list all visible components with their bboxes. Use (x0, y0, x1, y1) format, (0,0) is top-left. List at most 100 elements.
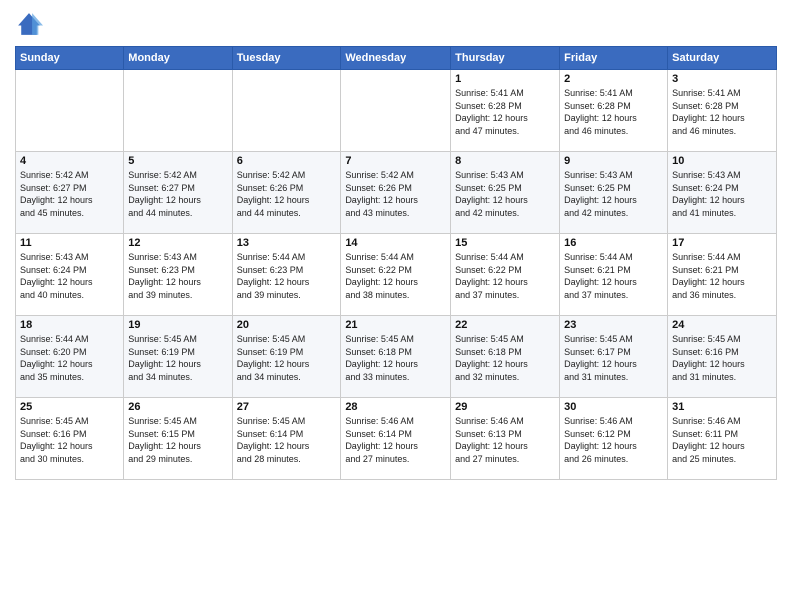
calendar-cell: 27Sunrise: 5:45 AM Sunset: 6:14 PM Dayli… (232, 398, 341, 480)
calendar-cell: 9 Sunrise: 5:43 AM Sunset: 6:25 PM Daylig… (560, 152, 668, 234)
day-info: Sunrise: 5:43 AM Sunset: 6:24 PM Dayligh… (20, 251, 119, 301)
day-info: Sunrise: 5:45 AM Sunset: 6:18 PM Dayligh… (455, 333, 555, 383)
day-info: Sunrise: 5:46 AM Sunset: 6:12 PM Dayligh… (564, 415, 663, 465)
header (15, 10, 777, 38)
calendar-cell: 20 Sunrise: 5:45 AM Sunset: 6:19 PM Dayli… (232, 316, 341, 398)
calendar-cell: 8 Sunrise: 5:43 AM Sunset: 6:25 PM Daylig… (451, 152, 560, 234)
day-number: 20 (237, 319, 337, 331)
logo-icon (15, 10, 43, 38)
calendar-cell: 10 Sunrise: 5:43 AM Sunset: 6:24 PM Dayli… (668, 152, 777, 234)
calendar-cell: 14 Sunrise: 5:44 AM Sunset: 6:22 PM Dayli… (341, 234, 451, 316)
day-number: 27 (237, 401, 337, 413)
weekday-header-wednesday: Wednesday (341, 47, 451, 70)
week-row-5: 25 Sunrise: 5:45 AM Sunset: 6:16 PM Dayli… (16, 398, 777, 480)
day-number: 8 (455, 155, 555, 167)
calendar-cell (124, 70, 232, 152)
calendar-cell: 1 Sunrise: 5:41 AM Sunset: 6:28 PM Daylig… (451, 70, 560, 152)
day-number: 13 (237, 237, 337, 249)
page: SundayMondayTuesdayWednesdayThursdayFrid… (0, 0, 792, 612)
day-info: Sunrise: 5:42 AM Sunset: 6:27 PM Dayligh… (20, 169, 119, 219)
day-number: 15 (455, 237, 555, 249)
calendar-cell: 26Sunrise: 5:45 AM Sunset: 6:15 PM Dayli… (124, 398, 232, 480)
day-info: Sunrise: 5:42 AM Sunset: 6:26 PM Dayligh… (345, 169, 446, 219)
day-number: 19 (128, 319, 227, 331)
calendar-cell (341, 70, 451, 152)
day-number: 12 (128, 237, 227, 249)
day-number: 30 (564, 401, 663, 413)
day-number: 3 (672, 73, 772, 85)
day-info: Sunrise: 5:44 AM Sunset: 6:22 PM Dayligh… (455, 251, 555, 301)
calendar-cell: 29Sunrise: 5:46 AM Sunset: 6:13 PM Dayli… (451, 398, 560, 480)
day-info: Sunrise: 5:43 AM Sunset: 6:25 PM Dayligh… (455, 169, 555, 219)
calendar-cell: 6 Sunrise: 5:42 AM Sunset: 6:26 PM Daylig… (232, 152, 341, 234)
calendar-cell: 31Sunrise: 5:46 AM Sunset: 6:11 PM Dayli… (668, 398, 777, 480)
day-info: Sunrise: 5:45 AM Sunset: 6:16 PM Dayligh… (672, 333, 772, 383)
day-number: 23 (564, 319, 663, 331)
day-number: 1 (455, 73, 555, 85)
day-number: 16 (564, 237, 663, 249)
calendar-cell: 11 Sunrise: 5:43 AM Sunset: 6:24 PM Dayli… (16, 234, 124, 316)
week-row-3: 11 Sunrise: 5:43 AM Sunset: 6:24 PM Dayli… (16, 234, 777, 316)
day-info: Sunrise: 5:41 AM Sunset: 6:28 PM Dayligh… (672, 87, 772, 137)
day-number: 25 (20, 401, 119, 413)
day-info: Sunrise: 5:41 AM Sunset: 6:28 PM Dayligh… (564, 87, 663, 137)
day-number: 28 (345, 401, 446, 413)
day-number: 10 (672, 155, 772, 167)
calendar-cell: 12 Sunrise: 5:43 AM Sunset: 6:23 PM Dayli… (124, 234, 232, 316)
day-info: Sunrise: 5:45 AM Sunset: 6:16 PM Dayligh… (20, 415, 119, 465)
weekday-header-friday: Friday (560, 47, 668, 70)
day-number: 4 (20, 155, 119, 167)
day-info: Sunrise: 5:45 AM Sunset: 6:19 PM Dayligh… (237, 333, 337, 383)
day-info: Sunrise: 5:42 AM Sunset: 6:26 PM Dayligh… (237, 169, 337, 219)
calendar-cell: 7Sunrise: 5:42 AM Sunset: 6:26 PM Daylig… (341, 152, 451, 234)
day-number: 21 (345, 319, 446, 331)
calendar-cell: 15 Sunrise: 5:44 AM Sunset: 6:22 PM Dayli… (451, 234, 560, 316)
day-info: Sunrise: 5:45 AM Sunset: 6:18 PM Dayligh… (345, 333, 446, 383)
day-number: 18 (20, 319, 119, 331)
week-row-2: 4 Sunrise: 5:42 AM Sunset: 6:27 PM Daylig… (16, 152, 777, 234)
weekday-header-saturday: Saturday (668, 47, 777, 70)
day-number: 29 (455, 401, 555, 413)
day-number: 6 (237, 155, 337, 167)
day-info: Sunrise: 5:44 AM Sunset: 6:21 PM Dayligh… (564, 251, 663, 301)
day-number: 17 (672, 237, 772, 249)
day-number: 22 (455, 319, 555, 331)
day-number: 24 (672, 319, 772, 331)
day-number: 31 (672, 401, 772, 413)
day-number: 26 (128, 401, 227, 413)
calendar-cell: 25 Sunrise: 5:45 AM Sunset: 6:16 PM Dayli… (16, 398, 124, 480)
calendar-cell: 17 Sunrise: 5:44 AM Sunset: 6:21 PM Dayli… (668, 234, 777, 316)
calendar-cell: 3 Sunrise: 5:41 AM Sunset: 6:28 PM Daylig… (668, 70, 777, 152)
day-number: 9 (564, 155, 663, 167)
calendar-cell: 18 Sunrise: 5:44 AM Sunset: 6:20 PM Dayli… (16, 316, 124, 398)
day-info: Sunrise: 5:43 AM Sunset: 6:25 PM Dayligh… (564, 169, 663, 219)
week-row-4: 18 Sunrise: 5:44 AM Sunset: 6:20 PM Dayli… (16, 316, 777, 398)
calendar-cell: 13 Sunrise: 5:44 AM Sunset: 6:23 PM Dayli… (232, 234, 341, 316)
calendar-cell (16, 70, 124, 152)
calendar-cell: 2 Sunrise: 5:41 AM Sunset: 6:28 PM Daylig… (560, 70, 668, 152)
day-info: Sunrise: 5:44 AM Sunset: 6:21 PM Dayligh… (672, 251, 772, 301)
day-number: 5 (128, 155, 227, 167)
day-info: Sunrise: 5:44 AM Sunset: 6:20 PM Dayligh… (20, 333, 119, 383)
calendar: SundayMondayTuesdayWednesdayThursdayFrid… (15, 46, 777, 480)
week-row-1: 1 Sunrise: 5:41 AM Sunset: 6:28 PM Daylig… (16, 70, 777, 152)
day-number: 11 (20, 237, 119, 249)
calendar-cell: 4 Sunrise: 5:42 AM Sunset: 6:27 PM Daylig… (16, 152, 124, 234)
calendar-cell: 22 Sunrise: 5:45 AM Sunset: 6:18 PM Dayli… (451, 316, 560, 398)
calendar-cell: 23 Sunrise: 5:45 AM Sunset: 6:17 PM Dayli… (560, 316, 668, 398)
day-info: Sunrise: 5:43 AM Sunset: 6:23 PM Dayligh… (128, 251, 227, 301)
weekday-header-sunday: Sunday (16, 47, 124, 70)
day-info: Sunrise: 5:45 AM Sunset: 6:19 PM Dayligh… (128, 333, 227, 383)
day-info: Sunrise: 5:44 AM Sunset: 6:23 PM Dayligh… (237, 251, 337, 301)
day-info: Sunrise: 5:43 AM Sunset: 6:24 PM Dayligh… (672, 169, 772, 219)
day-info: Sunrise: 5:41 AM Sunset: 6:28 PM Dayligh… (455, 87, 555, 137)
day-number: 2 (564, 73, 663, 85)
calendar-cell: 19 Sunrise: 5:45 AM Sunset: 6:19 PM Dayli… (124, 316, 232, 398)
calendar-cell: 24 Sunrise: 5:45 AM Sunset: 6:16 PM Dayli… (668, 316, 777, 398)
day-info: Sunrise: 5:45 AM Sunset: 6:17 PM Dayligh… (564, 333, 663, 383)
weekday-header-thursday: Thursday (451, 47, 560, 70)
day-info: Sunrise: 5:42 AM Sunset: 6:27 PM Dayligh… (128, 169, 227, 219)
day-info: Sunrise: 5:44 AM Sunset: 6:22 PM Dayligh… (345, 251, 446, 301)
weekday-header-row: SundayMondayTuesdayWednesdayThursdayFrid… (16, 47, 777, 70)
day-number: 14 (345, 237, 446, 249)
